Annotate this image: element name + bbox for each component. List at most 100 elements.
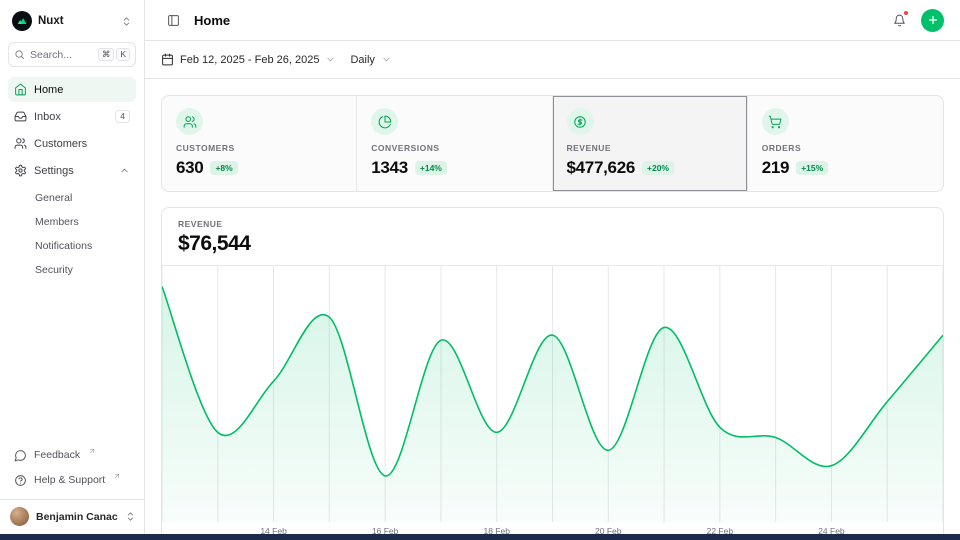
user-name: Benjamin Canac	[36, 511, 118, 523]
stat-delta-badge: +14%	[415, 161, 447, 175]
sidebar-item-label: Members	[35, 216, 79, 228]
sidebar-toggle-button[interactable]	[161, 8, 185, 32]
calendar-icon	[161, 53, 174, 66]
message-circle-icon	[14, 449, 27, 462]
search-placeholder: Search...	[30, 49, 72, 61]
sidebar-item-label: Home	[34, 84, 63, 96]
date-range-picker[interactable]: Feb 12, 2025 - Feb 26, 2025	[161, 53, 336, 66]
chart-body: 14 Feb16 Feb18 Feb20 Feb22 Feb24 Feb	[162, 266, 943, 540]
user-menu[interactable]: Benjamin Canac	[0, 499, 144, 532]
sidebar-item-label: Security	[35, 264, 73, 276]
revenue-area-chart[interactable]	[162, 266, 943, 522]
chevron-down-icon	[381, 54, 392, 65]
stat-delta-badge: +20%	[642, 161, 674, 175]
header-actions	[887, 8, 944, 32]
filters-toolbar: Feb 12, 2025 - Feb 26, 2025 Daily	[145, 41, 960, 79]
sidebar: Nuxt Search... ⌘ K Home Inbox 4 Cu	[0, 0, 145, 540]
revenue-chart-card: REVENUE $76,544 14 Feb16 Feb18 Feb20 Feb…	[161, 207, 944, 540]
notifications-button[interactable]	[887, 8, 911, 32]
stat-icon-chip	[762, 108, 789, 135]
help-circle-icon	[14, 474, 27, 487]
chevron-up-icon	[119, 165, 130, 176]
add-button[interactable]	[921, 9, 944, 32]
kbd-k: K	[116, 48, 130, 61]
sidebar-item-inbox[interactable]: Inbox 4	[8, 104, 136, 129]
sidebar-item-label: General	[35, 192, 72, 204]
stat-card-customers[interactable]: CUSTOMERS 630 +8%	[162, 96, 357, 191]
stat-value: 630	[176, 158, 203, 178]
stat-card-revenue[interactable]: REVENUE $477,626 +20%	[553, 96, 748, 191]
sidebar-item-label: Inbox	[34, 111, 61, 123]
stat-label: REVENUE	[567, 143, 733, 153]
chart-total-value: $76,544	[178, 232, 927, 256]
workspace-name: Nuxt	[38, 15, 64, 27]
shopping-cart-icon	[768, 115, 782, 129]
kbd-cmd: ⌘	[98, 48, 115, 61]
chart-header: REVENUE $76,544	[162, 208, 943, 266]
search-shortcut: ⌘ K	[98, 48, 130, 61]
sidebar-item-label: Customers	[34, 138, 87, 150]
avatar	[10, 507, 29, 526]
sidebar-item-security[interactable]: Security	[8, 258, 136, 281]
plus-icon	[927, 14, 939, 26]
stat-value: $477,626	[567, 158, 636, 178]
stat-card-orders[interactable]: ORDERS 219 +15%	[748, 96, 943, 191]
feedback-link[interactable]: Feedback	[8, 445, 136, 468]
sidebar-item-general[interactable]: General	[8, 186, 136, 209]
stat-card-conversions[interactable]: CONVERSIONS 1343 +14%	[357, 96, 552, 191]
bottom-edge-bar	[0, 534, 960, 540]
chart-title: REVENUE	[178, 219, 927, 229]
stats-strip: CUSTOMERS 630 +8% CONVERSIONS 1343 +14%	[161, 95, 944, 192]
stat-icon-chip	[567, 108, 594, 135]
stat-value: 1343	[371, 158, 408, 178]
top-header: Home	[145, 0, 960, 41]
chart-pie-icon	[378, 115, 392, 129]
sidebar-item-label: Settings	[34, 165, 74, 177]
notification-dot	[903, 10, 909, 16]
home-icon	[14, 83, 27, 96]
stat-icon-chip	[371, 108, 398, 135]
arrow-up-right-icon	[88, 447, 96, 455]
stat-delta-badge: +15%	[796, 161, 828, 175]
sidebar-item-settings[interactable]: Settings	[8, 158, 136, 183]
feedback-label: Feedback	[34, 449, 80, 461]
sidebar-item-label: Notifications	[35, 240, 92, 252]
main-panel: Home Feb 12, 2025 - Feb 26, 2025 Daily	[145, 0, 960, 540]
stat-value: 219	[762, 158, 789, 178]
granularity-label: Daily	[350, 54, 374, 66]
arrow-up-right-icon	[113, 472, 121, 480]
sidebar-item-customers[interactable]: Customers	[8, 131, 136, 156]
page-title: Home	[194, 13, 230, 28]
date-range-label: Feb 12, 2025 - Feb 26, 2025	[180, 54, 319, 66]
dashboard-app: Nuxt Search... ⌘ K Home Inbox 4 Cu	[0, 0, 960, 540]
stat-icon-chip	[176, 108, 203, 135]
chevrons-up-down-icon	[125, 511, 136, 522]
chevron-down-icon	[325, 54, 336, 65]
help-support-label: Help & Support	[34, 474, 105, 486]
help-support-link[interactable]: Help & Support	[8, 470, 136, 493]
search-input[interactable]: Search... ⌘ K	[8, 42, 136, 67]
granularity-select[interactable]: Daily	[350, 54, 391, 66]
panel-left-icon	[167, 14, 180, 27]
workspace-switcher[interactable]: Nuxt	[8, 8, 136, 34]
stat-label: CONVERSIONS	[371, 143, 537, 153]
stat-label: CUSTOMERS	[176, 143, 342, 153]
inbox-count-badge: 4	[115, 110, 130, 123]
sidebar-item-home[interactable]: Home	[8, 77, 136, 102]
settings-children: General Members Notifications Security	[8, 186, 136, 281]
stat-delta-badge: +8%	[210, 161, 237, 175]
search-icon	[14, 49, 25, 60]
gear-icon	[14, 164, 27, 177]
inbox-icon	[14, 110, 27, 123]
sidebar-item-notifications[interactable]: Notifications	[8, 234, 136, 257]
sidebar-item-members[interactable]: Members	[8, 210, 136, 233]
sidebar-nav: Home Inbox 4 Customers Settings General …	[8, 77, 136, 283]
nuxt-logo-icon	[12, 11, 32, 31]
circle-dollar-icon	[573, 115, 587, 129]
stat-label: ORDERS	[762, 143, 929, 153]
content-area: CUSTOMERS 630 +8% CONVERSIONS 1343 +14%	[145, 79, 960, 540]
users-icon	[183, 115, 197, 129]
sidebar-footer: Feedback Help & Support	[8, 445, 136, 497]
chart-canvas	[162, 266, 943, 522]
users-icon	[14, 137, 27, 150]
